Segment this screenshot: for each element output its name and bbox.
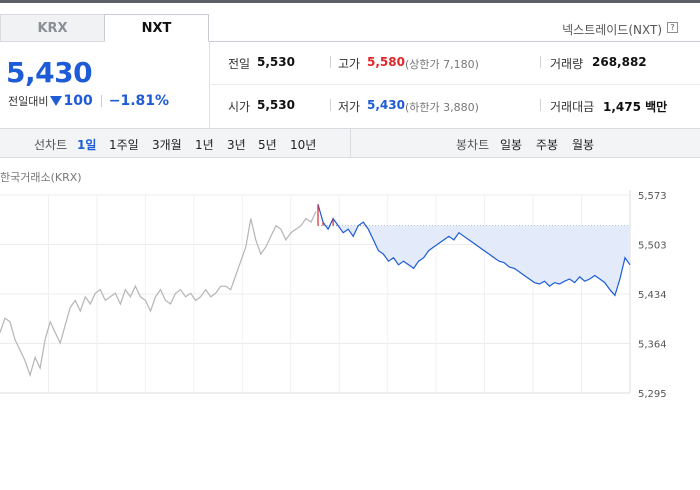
market-label: 넥스트레이드(NXT) xyxy=(562,23,662,37)
period-10y[interactable]: 10년 xyxy=(290,136,316,153)
amount-value: 1,475 백만 xyxy=(603,100,668,114)
divider xyxy=(350,129,351,157)
period-1y[interactable]: 1년 xyxy=(195,136,214,153)
price-change-row: 전일대비 100 −1.81% xyxy=(8,93,169,109)
low-label: 저가 xyxy=(338,100,361,114)
prev-close-label: 전일 xyxy=(228,57,251,71)
current-price: 5,430 xyxy=(6,56,93,89)
volume-value: 268,882 xyxy=(592,55,647,69)
candle-chart-label: 봉차트 xyxy=(456,138,490,152)
tab-divider xyxy=(209,41,700,42)
tab-nxt[interactable]: NXT xyxy=(104,14,209,42)
period-3m[interactable]: 3개월 xyxy=(152,136,182,153)
change-percent: −1.81% xyxy=(108,93,170,109)
series-line-krx xyxy=(0,211,317,378)
chart-title: 한국거래소(KRX) xyxy=(0,171,82,184)
line-chart-label: 선차트 xyxy=(34,138,68,152)
info-divider xyxy=(209,42,210,128)
tab-krx[interactable]: KRX xyxy=(0,14,105,42)
lower-limit: (하한가 3,880) xyxy=(405,101,479,114)
change-value: 100 xyxy=(63,93,93,109)
candle-monthly[interactable]: 월봉 xyxy=(572,136,594,153)
price-chart: 5,573 5,503 5,434 5,364 5,295 xyxy=(0,190,667,400)
high-value: 5,580 xyxy=(367,55,405,69)
open-value: 5,530 xyxy=(257,98,295,112)
period-1d[interactable]: 1일 xyxy=(77,136,96,153)
candle-weekly[interactable]: 주봉 xyxy=(536,136,558,153)
y-tick-label: 5,295 xyxy=(638,389,667,400)
down-arrow-icon xyxy=(50,96,63,106)
period-3y[interactable]: 3년 xyxy=(227,136,246,153)
info-row-divider xyxy=(209,84,700,85)
period-bar: 선차트 1일 1주일 3개월 1년 3년 5년 10년 봉차트 일봉 주봉 월봉 xyxy=(0,128,700,158)
volume-label: 거래량 xyxy=(550,57,584,71)
y-tick-label: 5,503 xyxy=(638,241,667,252)
candle-daily[interactable]: 일봉 xyxy=(500,136,522,153)
top-border xyxy=(0,0,700,3)
upper-limit: (상한가 7,180) xyxy=(405,58,479,71)
divider xyxy=(330,56,331,68)
low-value: 5,430 xyxy=(367,98,405,112)
divider xyxy=(540,56,541,68)
divider xyxy=(330,99,331,111)
divider xyxy=(540,99,541,111)
period-1w[interactable]: 1주일 xyxy=(109,136,139,153)
high-label: 고가 xyxy=(338,57,361,71)
change-label: 전일대비 xyxy=(8,95,49,108)
amount-label: 거래대금 xyxy=(550,100,595,114)
chart-fill-area xyxy=(318,225,630,296)
y-tick-label: 5,364 xyxy=(638,340,667,351)
open-label: 시가 xyxy=(228,100,251,114)
period-5y[interactable]: 5년 xyxy=(258,136,277,153)
y-tick-label: 5,434 xyxy=(638,290,667,301)
help-icon[interactable]: ? xyxy=(667,22,678,33)
divider xyxy=(100,95,102,107)
prev-close-value: 5,530 xyxy=(257,55,295,69)
y-tick-label: 5,573 xyxy=(638,191,667,202)
